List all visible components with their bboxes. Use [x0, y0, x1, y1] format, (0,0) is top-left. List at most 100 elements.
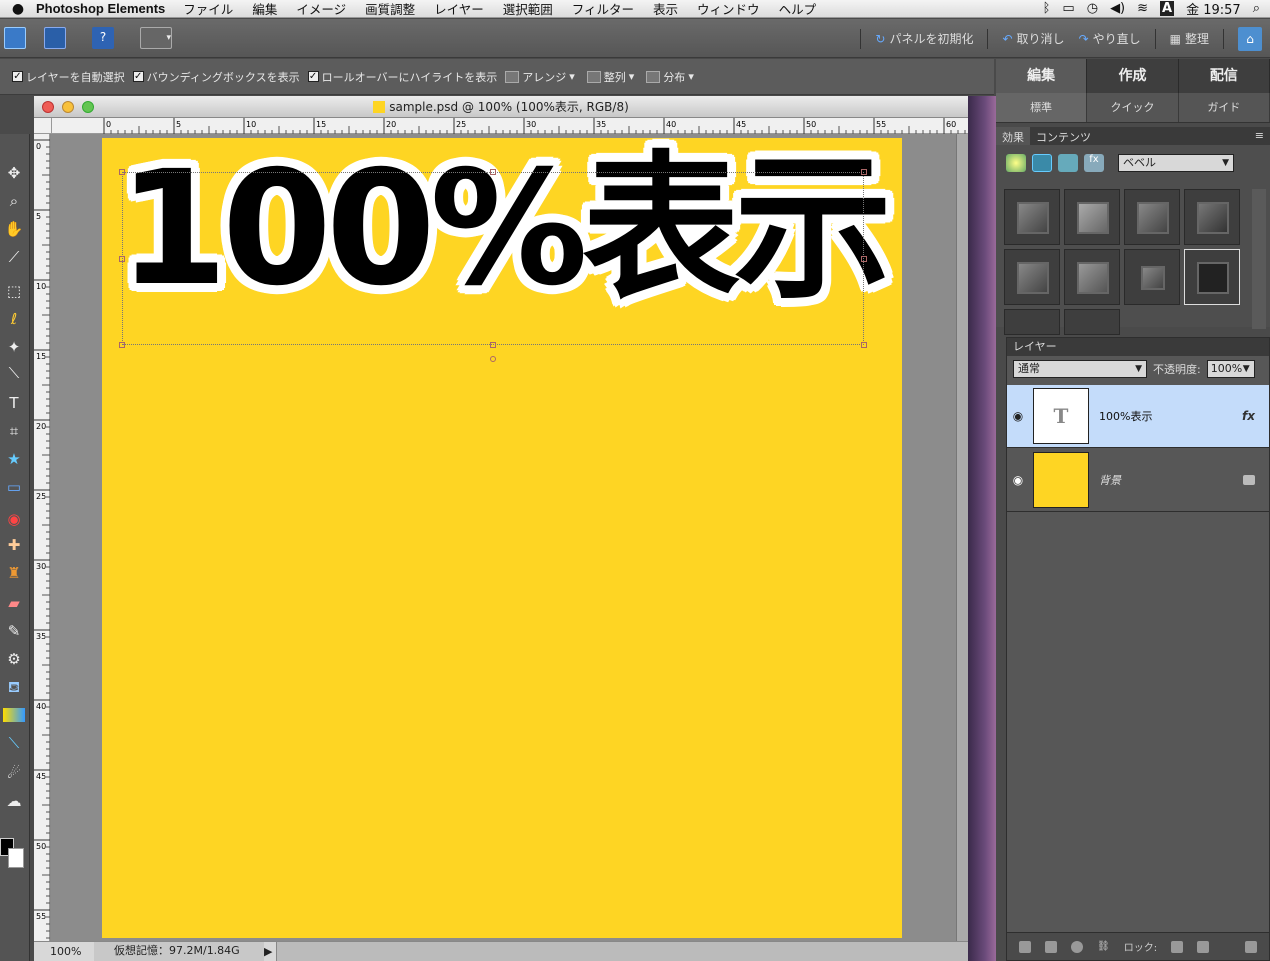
- menu-select[interactable]: 選択範囲: [503, 0, 553, 18]
- app-name-menu[interactable]: Photoshop Elements: [36, 1, 165, 16]
- blur-tool-icon[interactable]: ☄: [3, 762, 25, 784]
- layer-name[interactable]: 100%表示: [1099, 408, 1152, 424]
- minimize-window-button[interactable]: [62, 101, 74, 113]
- document-title-bar[interactable]: sample.psd @ 100% (100%表示, RGB/8): [34, 96, 968, 118]
- menu-file[interactable]: ファイル: [183, 0, 233, 18]
- volume-icon[interactable]: ◀): [1110, 1, 1125, 16]
- healing-brush-tool-icon[interactable]: ✚: [3, 534, 25, 556]
- show-bounding-box-checkbox[interactable]: ✓ バウンディングボックスを表示: [132, 69, 300, 85]
- link-layers-icon[interactable]: ⛓: [1097, 941, 1110, 952]
- lock-transparency-icon[interactable]: [1171, 940, 1184, 953]
- bevel-effect-thumbnail[interactable]: [1064, 309, 1120, 335]
- marquee-tool-icon[interactable]: ⬚: [3, 280, 25, 302]
- blend-mode-select[interactable]: 通常 ▼: [1013, 360, 1147, 378]
- horizontal-scrollbar[interactable]: [276, 942, 968, 961]
- bluetooth-icon[interactable]: ᛒ: [1043, 1, 1051, 16]
- help-icon[interactable]: ?: [92, 27, 114, 49]
- save-icon[interactable]: [44, 27, 66, 49]
- apple-menu-icon[interactable]: ●: [0, 1, 36, 17]
- zoom-window-button[interactable]: [82, 101, 94, 113]
- organize-button[interactable]: ▦ 整理: [1170, 30, 1209, 47]
- time-machine-icon[interactable]: ◷: [1087, 1, 1098, 16]
- lock-all-icon[interactable]: [1197, 940, 1210, 953]
- canvas-workspace[interactable]: 100%表示: [51, 134, 956, 946]
- rollover-highlight-checkbox[interactable]: ✓ ロールオーバーにハイライトを表示: [307, 69, 497, 85]
- bevel-effect-thumbnail[interactable]: [1184, 189, 1240, 245]
- selection-brush-tool-icon[interactable]: ⟍: [3, 362, 25, 384]
- image-canvas[interactable]: 100%表示: [102, 138, 902, 938]
- bevel-effect-thumbnail-selected[interactable]: [1184, 249, 1240, 305]
- layer-row-background[interactable]: ◉ 背景: [1007, 449, 1269, 512]
- visibility-eye-icon[interactable]: ◉: [1007, 409, 1029, 423]
- adjustment-layer-icon[interactable]: [1071, 940, 1083, 953]
- visibility-eye-icon[interactable]: ◉: [1007, 473, 1029, 487]
- layer-row-text[interactable]: ◉ T 100%表示 fx: [1007, 385, 1269, 448]
- tab-guided[interactable]: ガイド: [1179, 93, 1270, 122]
- background-color-swatch[interactable]: [8, 848, 24, 868]
- auto-select-layer-checkbox[interactable]: ✓ レイヤーを自動選択: [12, 69, 125, 85]
- tab-create[interactable]: 作成: [1087, 59, 1179, 93]
- red-eye-tool-icon[interactable]: ◉: [3, 508, 25, 530]
- lasso-tool-icon[interactable]: ℓ: [3, 308, 25, 330]
- new-layer-icon[interactable]: [1019, 940, 1031, 953]
- bevel-effect-thumbnail[interactable]: [1004, 249, 1060, 305]
- hand-tool-icon[interactable]: ✋: [3, 218, 25, 240]
- display-icon[interactable]: ▭: [1062, 1, 1074, 16]
- add-mask-icon[interactable]: [1045, 940, 1057, 953]
- effects-scrollbar[interactable]: [1252, 189, 1266, 329]
- move-tool-icon[interactable]: ✥: [3, 162, 25, 184]
- paint-bucket-tool-icon[interactable]: ⛾: [3, 676, 25, 698]
- brush-tool-icon[interactable]: ✎: [3, 620, 25, 642]
- horizontal-ruler[interactable]: 0 5 10 15 20 25 30 35 40 45 50 55 60: [52, 118, 968, 134]
- vertical-ruler[interactable]: 0 5 10 15 20 25 30 35 40 45 50 55: [34, 134, 50, 946]
- gradient-tool-icon[interactable]: [3, 708, 25, 722]
- tab-share[interactable]: 配信: [1179, 59, 1270, 93]
- transform-handle[interactable]: [861, 342, 867, 348]
- tab-quick-fix[interactable]: クイック: [1087, 93, 1179, 122]
- menu-image[interactable]: イメージ: [296, 0, 346, 18]
- clone-stamp-tool-icon[interactable]: ♜: [3, 562, 25, 584]
- eraser-tool-icon[interactable]: ▰: [3, 592, 25, 614]
- crop-tool-icon[interactable]: ⌗: [3, 420, 25, 442]
- transform-handle[interactable]: [119, 169, 125, 175]
- workspace-layout-icon[interactable]: ▾: [140, 27, 172, 49]
- photo-effects-category-icon[interactable]: [1058, 154, 1078, 172]
- home-button[interactable]: ⌂: [1238, 26, 1262, 51]
- menu-edit[interactable]: 編集: [252, 0, 277, 18]
- smart-brush-tool-icon[interactable]: ⚙: [3, 648, 25, 670]
- tab-full-edit[interactable]: 標準: [996, 93, 1088, 122]
- straighten-tool-icon[interactable]: ▭: [3, 476, 25, 498]
- bounding-box[interactable]: [119, 169, 867, 362]
- transform-handle[interactable]: [490, 342, 496, 348]
- layer-style-fx-icon[interactable]: fx: [1242, 409, 1255, 423]
- menu-view[interactable]: 表示: [653, 0, 678, 18]
- reset-panels-button[interactable]: ↻ パネルを初期化: [875, 30, 973, 47]
- bevel-effect-thumbnail[interactable]: [1124, 249, 1180, 305]
- cookie-cutter-tool-icon[interactable]: ★: [3, 448, 25, 470]
- all-effects-category-icon[interactable]: fx: [1084, 154, 1104, 172]
- line-tool-icon[interactable]: ⟍: [3, 732, 25, 754]
- menu-window[interactable]: ウィンドウ: [697, 0, 760, 18]
- transform-handle[interactable]: [119, 342, 125, 348]
- redo-button[interactable]: ↷ やり直し: [1079, 30, 1141, 47]
- menu-layer[interactable]: レイヤー: [434, 0, 484, 18]
- layer-styles-category-icon[interactable]: [1032, 154, 1052, 172]
- distribute-dropdown[interactable]: 分布 ▾: [646, 69, 694, 85]
- magic-wand-tool-icon[interactable]: ✦: [3, 336, 25, 358]
- menu-filter[interactable]: フィルター: [572, 0, 634, 18]
- transform-handle[interactable]: [490, 169, 496, 175]
- tab-effects[interactable]: 効果: [996, 127, 1030, 145]
- layer-name[interactable]: 背景: [1099, 472, 1121, 488]
- new-file-icon[interactable]: [4, 27, 26, 49]
- bevel-effect-thumbnail[interactable]: [1064, 249, 1120, 305]
- tab-contents[interactable]: コンテンツ: [1030, 127, 1097, 145]
- sponge-tool-icon[interactable]: ☁: [3, 790, 25, 812]
- rotate-handle[interactable]: [490, 356, 496, 362]
- opacity-input[interactable]: 100% ▼: [1206, 360, 1255, 378]
- wifi-icon[interactable]: ≋: [1137, 1, 1148, 16]
- type-tool-icon[interactable]: T: [3, 392, 25, 414]
- menu-help[interactable]: ヘルプ: [779, 0, 817, 18]
- bevel-effect-thumbnail[interactable]: [1124, 189, 1180, 245]
- close-window-button[interactable]: [42, 101, 54, 113]
- zoom-tool-icon[interactable]: ⌕: [3, 190, 25, 212]
